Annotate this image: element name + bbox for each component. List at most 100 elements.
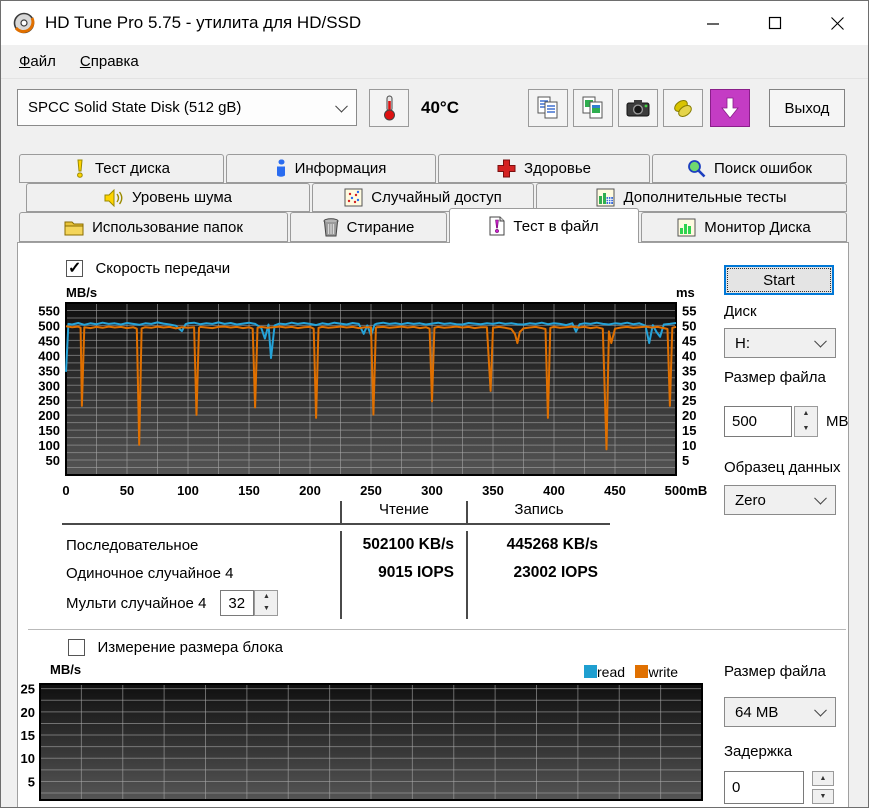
tab-label: Использование папок [92, 219, 243, 236]
tab-disk-test[interactable]: Тест диска [19, 154, 224, 183]
svg-text:200: 200 [299, 483, 321, 498]
svg-text:200: 200 [38, 408, 60, 423]
sequential-write-value: 445268 KB/s [466, 531, 610, 559]
svg-text:15: 15 [682, 423, 696, 438]
svg-text:100: 100 [177, 483, 199, 498]
menu-help[interactable]: Справка [68, 47, 151, 76]
svg-text:25: 25 [682, 393, 696, 408]
file-benchmark-panel: Скорость передачи Start Диск H: Размер ф… [17, 242, 849, 808]
multi-random-stepper[interactable]: ▲ ▼ [254, 590, 278, 616]
stepper-down-icon[interactable]: ▼ [795, 422, 817, 437]
svg-text:250: 250 [38, 393, 60, 408]
copy-text-button[interactable] [528, 89, 568, 127]
checkbox-checked-icon[interactable] [66, 260, 83, 277]
menu-bar: Файл Справка [1, 45, 868, 79]
svg-text:15: 15 [21, 728, 35, 743]
tab-label: Уровень шума [132, 189, 232, 206]
tab-label: Случайный доступ [371, 189, 502, 206]
title-bar[interactable]: HD Tune Pro 5.75 - утилита для HD/SSD [1, 1, 868, 45]
start-button[interactable]: Start [724, 265, 834, 295]
svg-text:450: 450 [38, 333, 60, 348]
file-size-select-2[interactable]: 64 MB [724, 697, 836, 727]
tab-noise-level[interactable]: Уровень шума [26, 183, 310, 212]
drive-select-value: SPCC Solid State Disk (512 gB) [28, 99, 241, 116]
file-size-stepper[interactable]: ▲ ▼ [794, 406, 818, 437]
stepper-down-icon[interactable]: ▼ [812, 789, 834, 804]
svg-text:40: 40 [682, 348, 696, 363]
copy-image-button[interactable] [573, 89, 613, 127]
svg-text:20: 20 [21, 705, 35, 720]
svg-text:500: 500 [38, 318, 60, 333]
maximize-button[interactable] [744, 1, 806, 45]
transfer-speed-chart: 5505004504003503002502001501005055504540… [24, 291, 724, 501]
delay-input[interactable]: 0 [724, 771, 804, 804]
stepper-down-icon[interactable]: ▼ [255, 603, 277, 615]
folder-icon [64, 219, 84, 236]
multi-random-input[interactable]: 32 [220, 590, 254, 616]
minimize-button[interactable] [682, 1, 744, 45]
svg-text:25: 25 [21, 682, 35, 697]
svg-text:350: 350 [38, 363, 60, 378]
exit-button[interactable]: Выход [769, 89, 845, 127]
tab-label: Тест в файл [513, 218, 598, 235]
drive-select[interactable]: SPCC Solid State Disk (512 gB) [17, 89, 357, 126]
tab-info[interactable]: Информация [226, 154, 436, 183]
svg-text:250: 250 [360, 483, 382, 498]
disk-select[interactable]: H: [724, 328, 836, 358]
temperature-button[interactable] [369, 89, 409, 127]
empty-cell [466, 587, 610, 619]
copy-image-icon [582, 96, 604, 120]
tab-file-benchmark[interactable]: Тест в файл [449, 208, 639, 243]
chevron-down-icon [814, 335, 827, 348]
section-divider [28, 629, 846, 631]
tab-health[interactable]: Здоровье [438, 154, 650, 183]
menu-file[interactable]: Файл [7, 47, 68, 76]
copy-text-icon [537, 96, 559, 120]
screenshot-button[interactable] [618, 89, 658, 127]
svg-text:400: 400 [543, 483, 565, 498]
svg-text:150: 150 [38, 423, 60, 438]
camera-icon [626, 99, 650, 117]
tab-folder-usage[interactable]: Использование папок [19, 212, 288, 242]
block-size-label: Измерение размера блока [97, 639, 283, 656]
exclamation-icon [73, 159, 87, 178]
svg-text:500mB: 500mB [665, 483, 708, 498]
maximize-icon [768, 16, 782, 30]
exit-button-label: Выход [785, 100, 830, 117]
svg-text:0: 0 [62, 483, 69, 498]
temperature-value: 40°C [421, 98, 459, 118]
stepper-up-icon[interactable]: ▲ [812, 771, 834, 786]
health-cross-icon [497, 159, 516, 178]
transfer-speed-checkbox[interactable]: Скорость передачи [66, 260, 230, 278]
write-legend-swatch [635, 665, 648, 678]
delay-stepper[interactable]: ▲ ▼ [812, 771, 834, 804]
results-table: Чтение Запись Последовательное 502100 KB… [62, 501, 610, 619]
file-size-input[interactable]: 500 [724, 406, 792, 437]
table-corner [62, 501, 340, 525]
donate-button[interactable] [663, 89, 703, 127]
stepper-up-icon[interactable]: ▲ [255, 591, 277, 603]
svg-text:100: 100 [38, 438, 60, 453]
app-disk-icon [13, 12, 35, 34]
data-pattern-select[interactable]: Zero [724, 485, 836, 515]
save-results-button[interactable] [710, 89, 750, 127]
trash-icon [323, 218, 339, 237]
sequential-read-value: 502100 KB/s [340, 531, 466, 559]
disk-select-value: H: [735, 335, 750, 352]
stepper-up-icon[interactable]: ▲ [795, 407, 817, 422]
tab-disk-monitor[interactable]: Монитор Диска [641, 212, 847, 242]
close-button[interactable] [806, 1, 868, 45]
svg-text:55: 55 [682, 303, 696, 318]
svg-text:300: 300 [38, 378, 60, 393]
tab-error-scan[interactable]: Поиск ошибок [652, 154, 847, 183]
checkbox-unchecked-icon[interactable] [68, 639, 85, 656]
disk-label: Диск [724, 303, 757, 320]
minimize-icon [706, 16, 720, 30]
file-size-value: 500 [732, 413, 757, 430]
svg-text:50: 50 [682, 318, 696, 333]
block-size-checkbox[interactable]: Измерение размера блока [68, 639, 283, 657]
svg-text:150: 150 [238, 483, 260, 498]
tab-erase[interactable]: Стирание [290, 212, 447, 242]
extra-tests-icon [596, 188, 615, 207]
chevron-down-icon [335, 99, 348, 112]
